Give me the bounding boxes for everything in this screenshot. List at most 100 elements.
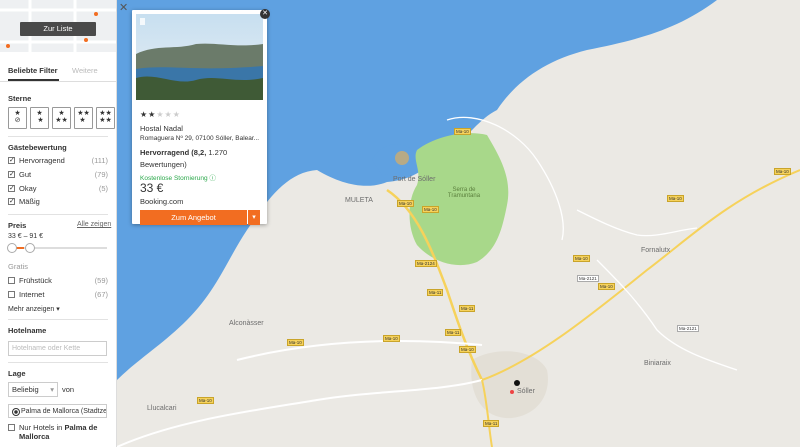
close-map-icon[interactable]: ✕ [119,1,128,14]
hotel-popup-card[interactable]: ★★★★★ Hostal Nadal Romaguera Nº 29, 0710… [132,10,267,225]
amenity-label: Internet [19,290,45,299]
checkbox-checked-icon: ✓ [8,157,15,164]
location-distance-select[interactable]: Beliebig ▾ [8,382,58,397]
show-more-link[interactable]: Mehr anzeigen ▾ [8,305,60,313]
star-icon-filled: ★★ [140,110,157,119]
road-shield: Ma-10 [459,346,476,353]
road-shield: Ma-2121 [577,275,599,282]
divider [8,214,108,215]
amenity-internet-checkbox[interactable]: Internet (67) [8,290,108,299]
rating-okay-checkbox[interactable]: ✓ Okay (5) [8,184,108,193]
hotel-star-rating: ★★★★★ [140,110,181,119]
price-title: Preis [8,221,27,230]
checkbox-checked-icon: ✓ [8,171,15,178]
hotel-price: 33 € [140,181,164,195]
hotel-address: Romaguera Nº 29, 07100 Sóller, Balear... [140,135,260,142]
price-slider-track[interactable] [7,243,107,253]
booking-provider: Booking.com [140,197,184,206]
road-shield: Ma-10 [397,200,414,207]
road-shield: Ma-10 [598,283,615,290]
road-shield: Ma-11 [427,289,444,296]
hotelname-title: Hotelname [8,326,47,335]
hotel-photo[interactable] [136,14,263,100]
checkbox-empty-icon [8,277,15,284]
hotel-name: Hostal Nadal [140,124,183,133]
rating-label: Hervorragend [140,148,190,157]
rating-value: (8,2, [191,148,207,157]
road-shield: Ma-10 [383,335,400,342]
info-icon[interactable]: ⓘ [209,175,216,182]
road-shield: Ma-2121 [677,325,699,332]
amenity-count: (59) [94,276,108,285]
road-shield: Ma-10 [667,195,684,202]
tab-more-filters[interactable]: Weitere [72,66,98,75]
view-deal-button[interactable]: Zum Angebot [140,210,247,225]
star-filter-group: ★ ⊘ ★ ★ ★ ★★ ★★ ★ ★★ ★★ [8,107,115,129]
place-label: MULETA [345,197,373,204]
star-option-2[interactable]: ★ ★ [30,107,49,129]
to-list-button[interactable]: Zur Liste [20,22,96,36]
road-shield: Ma-10 [774,168,791,175]
star-option-3[interactable]: ★ ★★ [52,107,71,129]
only-city-checkbox[interactable]: Nur Hotels in Palma de Mallorca [8,423,112,441]
price-slider-min-handle[interactable] [7,243,17,253]
star-option-4[interactable]: ★★ ★ [74,107,93,129]
place-label: Llucalcari [147,405,177,412]
rating-label: Okay [19,184,37,193]
stars-title: Sterne [8,94,32,103]
deal-options-chevron-icon[interactable]: ▾ [248,210,260,225]
star-option-1[interactable]: ★ ⊘ [8,107,27,129]
rating-title: Gästebewertung [8,143,67,152]
road-shield: Ma-10 [573,255,590,262]
amenity-label: Frühstück [19,276,52,285]
checkbox-empty-icon [8,424,15,431]
road-shield: Ma-11 [483,420,500,427]
rating-label: Hervorragend [19,156,65,165]
hotelname-input[interactable]: Hotelname oder Kette [8,341,107,356]
filter-sidebar: Zur Liste Beliebte Filter Weitere Sterne… [0,0,117,447]
from-label: von [62,385,75,394]
amenity-breakfast-checkbox[interactable]: Frühstück (59) [8,276,108,285]
minimap-thumbnail[interactable]: Zur Liste [0,0,116,52]
price-slider-max-handle[interactable] [25,243,35,253]
place-label: Port de Sóller [393,176,436,183]
rating-count: (111) [91,156,108,165]
place-label: Fornalutx [641,247,671,254]
star-option-5[interactable]: ★★ ★★ [96,107,115,129]
filter-tabs: Beliebte Filter Weitere [0,62,116,82]
price-show-all-link[interactable]: Alle zeigen [77,221,111,228]
divider [8,319,108,320]
rating-count: (5) [98,184,108,193]
price-range-text: 33 € – 91 € [8,233,44,240]
place-label: Biniaraix [644,360,671,367]
rating-label: Gut [19,170,32,179]
rating-fair-checkbox[interactable]: ✓ Mäßig [8,197,108,206]
rating-count: (79) [94,170,108,179]
rating-label: Mäßig [19,197,40,206]
only-city-label: Nur Hotels in [19,423,65,432]
road-shield: Ma-10 [287,339,304,346]
amenity-count: (67) [94,290,108,299]
location-title: Lage [8,369,26,378]
location-place-radio[interactable]: Palma de Mallorca (Stadtzentrum) [8,404,107,418]
divider [8,136,108,137]
rating-good-checkbox[interactable]: ✓ Gut (79) [8,170,108,179]
free-amenities-title: Gratis [8,262,29,271]
hotel-photo-image [136,14,263,100]
star-icon-empty: ★★★ [156,110,181,119]
place-label: Sóller [517,388,535,395]
chevron-down-icon: ▾ [50,385,54,394]
divider [8,362,108,363]
checkbox-checked-icon: ✓ [8,185,15,192]
rating-excellent-checkbox[interactable]: ✓ Hervorragend (111) [8,156,108,165]
road-shield: Ma-10 [197,397,214,404]
road-shield: Ma-10 [454,128,471,135]
road-shield: Ma-10 [422,206,439,213]
hotel-rating: Hervorragend (8,2, 1.270 Bewertungen) [140,147,265,171]
place-label: Alconàsser [229,320,264,327]
select-value: Beliebig [12,385,39,394]
close-popup-icon[interactable]: ✕ [260,9,270,19]
road-shield: Ma-11 [459,305,476,312]
checkbox-empty-icon [8,291,15,298]
tab-popular-filters[interactable]: Beliebte Filter [8,66,59,81]
